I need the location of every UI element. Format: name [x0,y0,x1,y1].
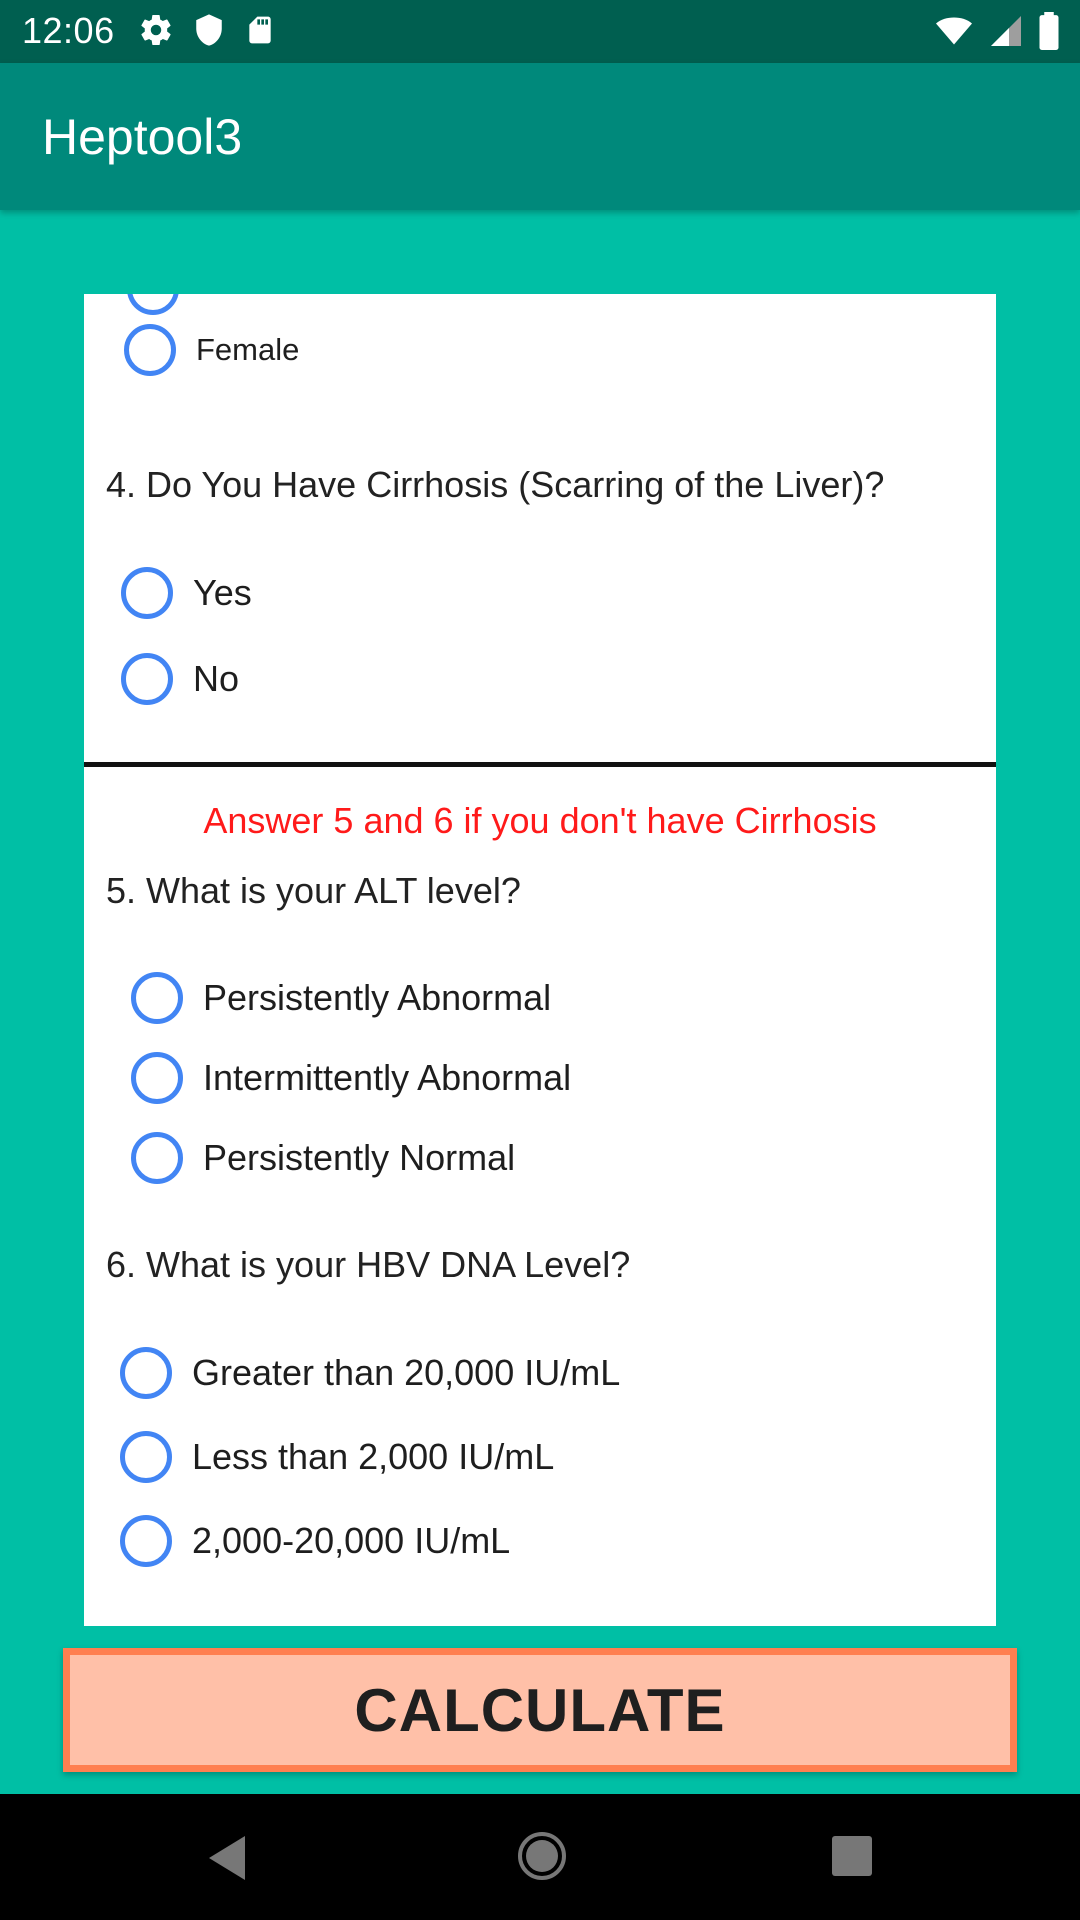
radio-circle[interactable] [131,1052,183,1104]
wifi-icon [934,13,974,54]
radio-circle[interactable] [127,294,179,315]
radio-male-partial[interactable] [127,294,179,315]
cellular-signal-icon [988,13,1024,54]
navigation-bar [0,1794,1080,1920]
battery-icon [1038,12,1060,55]
question-alt-level: 5. What is your ALT level? [106,870,521,911]
status-bar: 12:06 [0,0,1080,63]
question-hbv-dna-level: 6. What is your HBV DNA Level? [106,1244,631,1285]
status-time: 12:06 [22,10,115,51]
recents-icon[interactable] [832,1836,872,1876]
calculate-button[interactable]: CALCULATE [63,1648,1017,1772]
question-cirrhosis: 4. Do You Have Cirrhosis (Scarring of th… [106,464,885,505]
radio-circle[interactable] [131,1132,183,1184]
radio-label: 2,000-20,000 IU/mL [192,1520,511,1561]
app-title: Heptool3 [42,109,243,165]
radio-circle[interactable] [131,972,183,1024]
radio-label: Less than 2,000 IU/mL [192,1436,555,1477]
questionnaire-card[interactable]: Female 4. Do You Have Cirrhosis (Scarrin… [84,294,996,1626]
radio-label: Female [196,332,300,367]
calculate-button-label: CALCULATE [354,1676,726,1744]
radio-label: Yes [193,572,252,613]
radio-hbv-2000-20000[interactable]: 2,000-20,000 IU/mL [120,1515,510,1567]
shield-icon [192,12,226,53]
radio-circle[interactable] [120,1515,172,1567]
radio-alt-persistently-abnormal[interactable]: Persistently Abnormal [131,972,551,1024]
radio-alt-intermittently-abnormal[interactable]: Intermittently Abnormal [131,1052,571,1104]
radio-circle[interactable] [120,1431,172,1483]
radio-cirrhosis-no[interactable]: No [121,653,239,705]
gear-icon [138,12,174,53]
radio-female[interactable]: Female [124,324,299,376]
home-icon[interactable] [516,1830,568,1887]
radio-label: No [193,658,240,699]
radio-alt-persistently-normal[interactable]: Persistently Normal [131,1132,515,1184]
radio-hbv-greater-20000[interactable]: Greater than 20,000 IU/mL [120,1347,620,1399]
radio-hbv-less-2000[interactable]: Less than 2,000 IU/mL [120,1431,554,1483]
app-bar: Heptool3 [0,63,1080,210]
radio-circle[interactable] [121,653,173,705]
sd-card-icon [244,12,276,53]
radio-circle[interactable] [120,1347,172,1399]
radio-circle[interactable] [124,324,176,376]
radio-label: Intermittently Abnormal [203,1057,572,1098]
radio-label: Persistently Normal [203,1137,516,1178]
radio-circle[interactable] [121,567,173,619]
section-divider [84,762,996,767]
radio-cirrhosis-yes[interactable]: Yes [121,567,252,619]
back-icon[interactable] [205,1834,249,1887]
cirrhosis-notice: Answer 5 and 6 if you don't have Cirrhos… [203,800,877,841]
radio-label: Persistently Abnormal [203,977,552,1018]
radio-label: Greater than 20,000 IU/mL [192,1352,621,1393]
